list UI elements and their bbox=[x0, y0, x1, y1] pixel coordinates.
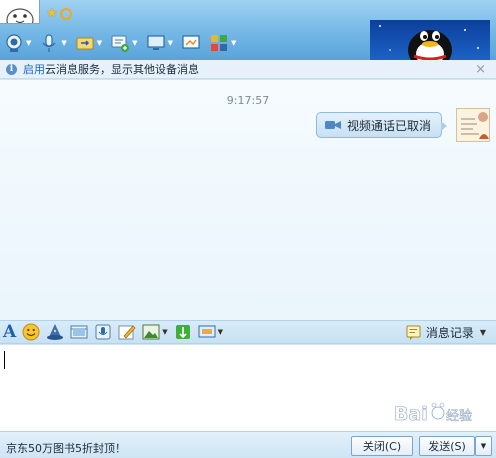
chevron-down-icon: ▼ bbox=[480, 442, 487, 450]
qzone-icon[interactable] bbox=[59, 8, 72, 20]
message-history-button[interactable]: 消息记录 ▼ bbox=[406, 324, 486, 341]
emoji-button[interactable] bbox=[22, 322, 40, 342]
remote-desktop-button[interactable]: ▼ bbox=[146, 31, 173, 55]
font-button[interactable]: A bbox=[3, 322, 16, 342]
webcam-icon bbox=[6, 34, 22, 52]
qq-penguin-banner[interactable] bbox=[370, 20, 490, 60]
contact-avatar[interactable] bbox=[0, 0, 40, 24]
close-button[interactable]: 关闭(C) bbox=[351, 436, 413, 456]
add-message-button[interactable]: ▼ bbox=[110, 31, 138, 55]
send-button[interactable]: 发送(S) bbox=[419, 436, 475, 456]
history-label: 消息记录 bbox=[425, 326, 474, 340]
screen-share-icon bbox=[182, 35, 200, 49]
pencil-note-icon bbox=[118, 325, 136, 340]
notice-text: 云消息服务，显示其他设备消息 bbox=[45, 63, 199, 76]
status-icons: ★ bbox=[46, 7, 72, 20]
send-file-button[interactable]: ▼ bbox=[198, 322, 223, 342]
close-icon[interactable]: × bbox=[475, 62, 486, 77]
gift-button[interactable] bbox=[174, 322, 192, 342]
send-image-button[interactable]: ▼ bbox=[142, 322, 168, 342]
voice-message-button[interactable] bbox=[94, 322, 112, 342]
svg-text:经验: 经验 bbox=[446, 408, 472, 424]
webcam-button[interactable]: ▼ bbox=[4, 31, 31, 55]
film-icon bbox=[70, 325, 88, 339]
window-header: ★ ▼ ▼ ▼ ▼ ▼ ▼ bbox=[0, 0, 496, 60]
message-timestamp: 9:17:57 bbox=[226, 94, 270, 107]
star-icon[interactable]: ★ bbox=[46, 7, 58, 20]
message-bubble: 视频通话已取消 bbox=[315, 112, 448, 138]
doodle-button[interactable] bbox=[118, 322, 136, 342]
remote-desktop-icon bbox=[146, 35, 165, 50]
image-icon bbox=[142, 324, 160, 340]
voice-message-icon bbox=[95, 324, 111, 340]
screen-share-button[interactable] bbox=[181, 31, 201, 55]
info-icon: i bbox=[6, 63, 17, 75]
ad-link[interactable]: 京东50万图书5折封顶！ bbox=[6, 440, 126, 456]
message-history[interactable]: 9:17:57 视频通话已取消 bbox=[0, 80, 496, 320]
file-transfer-button[interactable]: ▼ bbox=[75, 31, 102, 55]
gift-icon bbox=[175, 325, 190, 339]
chat-toolbar: ▼ ▼ ▼ ▼ ▼ ▼ bbox=[4, 30, 244, 56]
enable-link[interactable]: 启用 bbox=[23, 61, 45, 77]
bottom-bar: 京东50万图书5折封顶！ 关闭(C) 发送(S) ▼ bbox=[0, 431, 496, 458]
chevron-down-icon: ▼ bbox=[217, 328, 223, 336]
screen-icon bbox=[198, 325, 216, 338]
video-camera-icon bbox=[324, 121, 341, 129]
svg-text:Bai: Bai bbox=[394, 403, 428, 425]
message-text: 视频通话已取消 bbox=[346, 118, 431, 133]
magic-emoticon-button[interactable] bbox=[46, 322, 64, 342]
add-message-icon bbox=[111, 35, 130, 52]
apps-button[interactable]: ▼ bbox=[209, 31, 236, 55]
screenshot-button[interactable] bbox=[70, 322, 88, 342]
microphone-icon bbox=[42, 34, 56, 52]
file-transfer-icon bbox=[76, 37, 94, 50]
voice-button[interactable]: ▼ bbox=[39, 31, 67, 55]
chevron-down-icon: ▼ bbox=[162, 328, 168, 336]
my-avatar[interactable] bbox=[456, 108, 490, 142]
smiley-icon bbox=[22, 323, 40, 341]
wizard-hat-icon bbox=[47, 324, 64, 340]
input-toolbar: A ▼ ▼ 消息记录 ▼ bbox=[0, 320, 496, 344]
text-caret bbox=[4, 351, 5, 369]
apps-grid-icon bbox=[210, 35, 227, 51]
chevron-down-icon: ▼ bbox=[479, 328, 486, 337]
send-options-button[interactable]: ▼ bbox=[475, 436, 492, 456]
baidu-watermark-logo: Bai 经验 bbox=[394, 402, 472, 425]
cloud-message-notice: i 启用 云消息服务，显示其他设备消息 × bbox=[0, 60, 496, 79]
history-icon bbox=[406, 325, 421, 340]
